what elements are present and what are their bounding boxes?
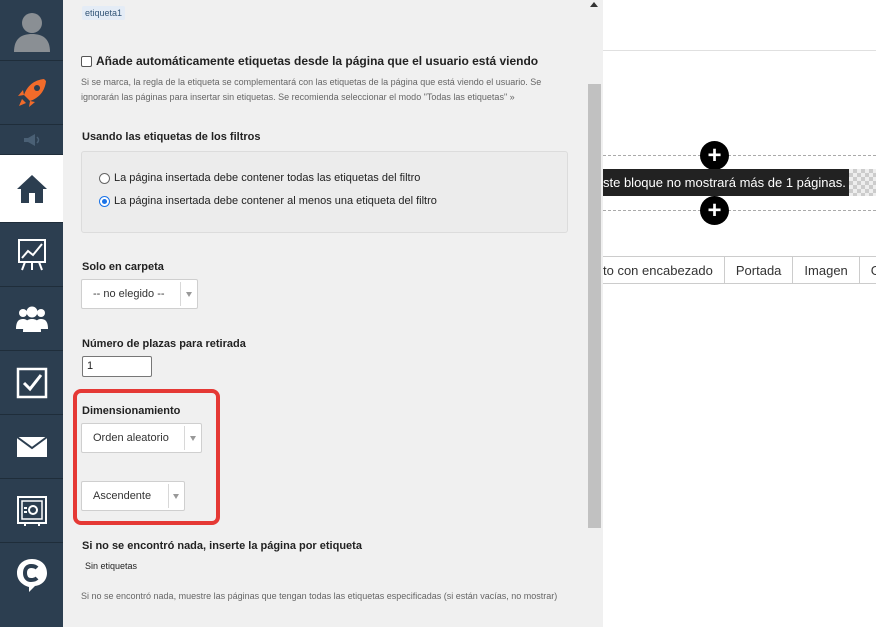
rocket-icon (17, 78, 46, 107)
chevron-down-icon (186, 292, 192, 297)
users-icon (15, 306, 48, 332)
fallback-title: Si no se encontró nada, inserte la págin… (82, 540, 362, 552)
auto-tags-help-line1: Si se marca, la regla de la etiqueta se … (81, 77, 542, 87)
user-avatar-icon (13, 13, 50, 52)
filter-tags-title: Usando las etiquetas de los filtros (82, 131, 261, 143)
filter-tags-box (81, 151, 568, 233)
envelope-icon (15, 435, 48, 457)
sidebar-item-rocket[interactable] (0, 61, 63, 125)
sidebar-item-announcements[interactable] (0, 125, 63, 155)
radio-any-tag-label: La página insertada debe contener al men… (114, 195, 437, 207)
block-limit-banner: ste bloque no mostrará más de 1 páginas. (603, 169, 849, 196)
fallback-help: Si no se encontró nada, muestre las pági… (81, 591, 558, 601)
transparent-pattern (849, 169, 876, 196)
radio-any-tag[interactable] (99, 195, 110, 207)
tab-cover[interactable]: Portada (725, 257, 794, 284)
radio-all-tags-label: La página insertada debe contener todas … (114, 172, 421, 184)
radio-all-tags[interactable] (99, 172, 110, 184)
add-block-below-icon[interactable]: + (700, 196, 729, 225)
sidebar-item-vault[interactable] (0, 479, 63, 543)
folder-select[interactable]: -- no elegido -- (81, 279, 198, 309)
radio-any-tag-option[interactable]: La página insertada debe contener al men… (99, 195, 437, 207)
block-type-tabs: to con encabezado Portada Imagen Ga (603, 256, 876, 284)
panel-scrollbar[interactable] (587, 0, 603, 627)
sidebar-item-messages[interactable] (0, 415, 63, 479)
sidebar-item-chat[interactable] (0, 543, 63, 607)
add-block-above-icon[interactable]: + (700, 141, 729, 170)
checkbox-checked-icon (16, 367, 47, 398)
auto-tags-checkbox[interactable] (81, 55, 92, 67)
scroll-up-arrow-icon[interactable] (590, 2, 598, 7)
sidebar-item-users[interactable] (0, 287, 63, 351)
highlight-box (73, 389, 220, 525)
radio-all-tags-option[interactable]: La página insertada debe contener todas … (99, 172, 420, 184)
canvas-top-divider (603, 50, 876, 51)
tab-gallery[interactable]: Ga (860, 257, 876, 284)
chat-bubble-c-icon (16, 559, 47, 592)
auto-tags-option[interactable]: Añade automáticamente etiquetas desde la… (81, 54, 538, 68)
tag-chip[interactable]: etiqueta1 (82, 6, 126, 20)
auto-tags-label: Añade automáticamente etiquetas desde la… (96, 54, 539, 68)
block-limit-message: ste bloque no mostrará más de 1 páginas. (603, 175, 846, 190)
chart-board-icon (17, 238, 46, 270)
places-title: Número de plazas para retirada (82, 338, 246, 350)
sidebar-item-tasks[interactable] (0, 351, 63, 415)
folder-select-value: -- no elegido -- (93, 288, 165, 300)
safe-icon (16, 495, 47, 526)
auto-tags-help-line2: ignorarán las páginas para insertar sin … (81, 92, 515, 102)
sidebar-item-profile[interactable] (0, 0, 63, 61)
tab-text-with-header[interactable]: to con encabezado (603, 257, 725, 284)
app-sidebar (0, 0, 63, 627)
sidebar-item-analytics[interactable] (0, 223, 63, 287)
places-input[interactable]: 1 (82, 356, 152, 377)
block-top-border (603, 155, 876, 156)
sidebar-item-home[interactable] (0, 155, 63, 223)
home-icon (16, 174, 47, 203)
block-bottom-border (603, 210, 876, 211)
folder-title: Solo en carpeta (82, 261, 164, 273)
scroll-thumb[interactable] (588, 84, 601, 528)
megaphone-icon (23, 133, 39, 146)
tab-image[interactable]: Imagen (793, 257, 860, 284)
fallback-value[interactable]: Sin etiquetas (85, 561, 137, 571)
